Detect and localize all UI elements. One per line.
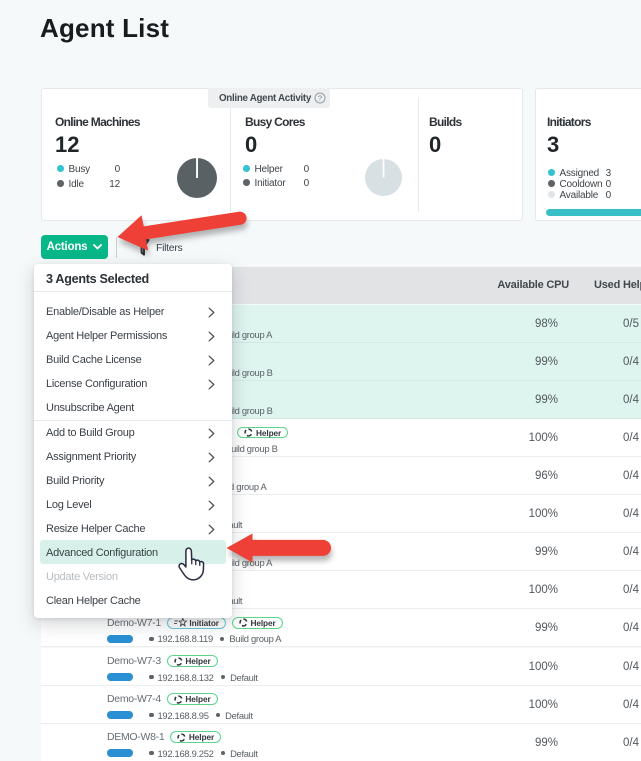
svg-text:?: ? — [318, 94, 322, 103]
